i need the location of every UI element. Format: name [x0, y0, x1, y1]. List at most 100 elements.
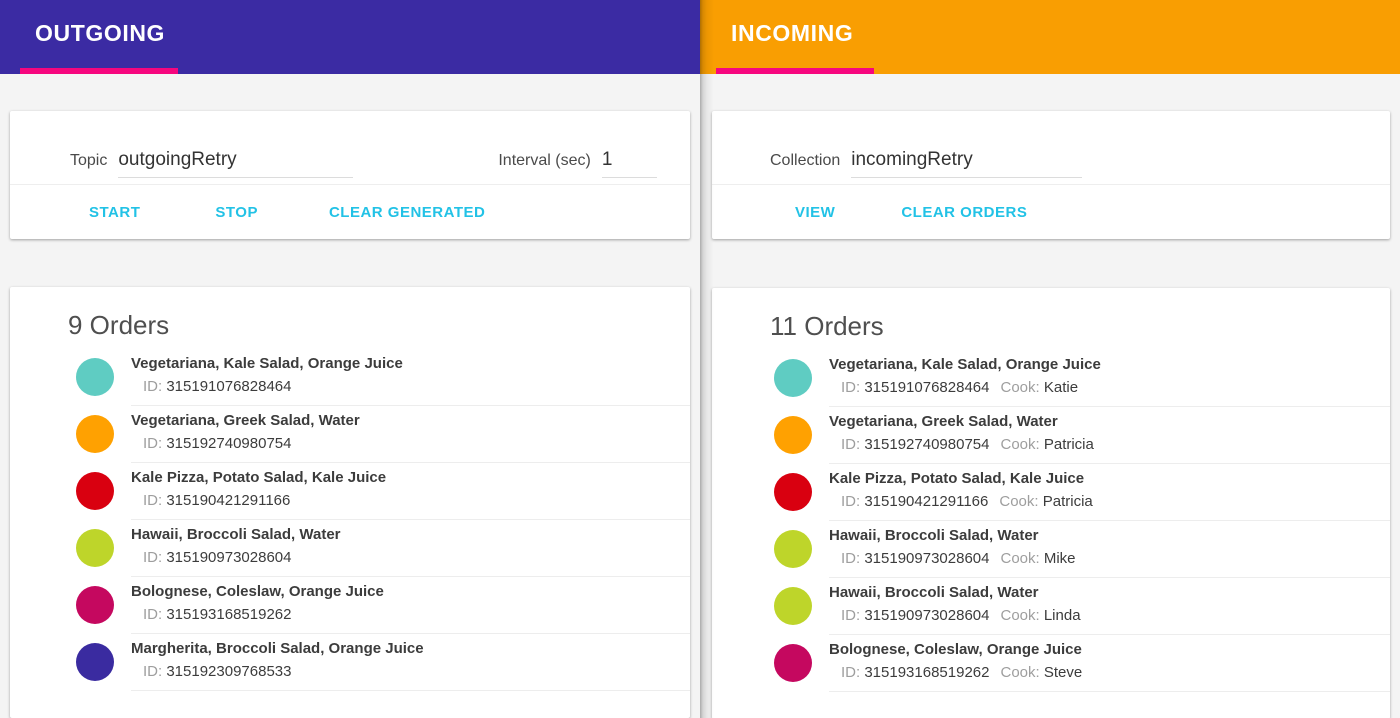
incoming-field-row: Collection — [712, 111, 1390, 185]
interval-label: Interval (sec) — [498, 152, 591, 169]
order-id-value: 315190421291166 — [166, 492, 291, 509]
order-avatar-icon — [774, 644, 812, 682]
order-items: Kale Pizza, Potato Salad, Kale Juice — [829, 470, 1085, 487]
order-list-item[interactable]: Vegetariana, Kale Salad, Orange Juice ID:… — [10, 354, 690, 411]
order-avatar-icon — [76, 358, 114, 396]
order-list-item[interactable]: Hawaii, Broccoli Salad, Water ID: 3151909… — [712, 583, 1390, 640]
order-id-label: ID: — [841, 436, 861, 453]
topic-input[interactable] — [118, 149, 354, 178]
order-id-label: ID: — [841, 379, 861, 396]
order-meta: ID: 315190973028604 Cook: Mike — [829, 549, 1360, 568]
start-button[interactable]: START — [81, 196, 148, 229]
order-cook-label: Cook: — [999, 493, 1039, 510]
order-items: Hawaii, Broccoli Salad, Water — [829, 527, 1039, 544]
incoming-actions-row: VIEW CLEAR ORDERS — [712, 185, 1390, 239]
incoming-orders-card: 11 Orders Vegetariana, Kale Salad, Orang… — [712, 288, 1390, 718]
outgoing-tab-indicator — [20, 68, 178, 74]
incoming-panel: INCOMING Collection VIEW CLEAR ORDERS 11… — [700, 0, 1400, 718]
order-id-label: ID: — [143, 378, 163, 395]
order-avatar-icon — [76, 529, 114, 567]
incoming-orders-list: Vegetariana, Kale Salad, Orange Juice ID:… — [712, 355, 1390, 697]
incoming-orders-title: 11 Orders — [770, 311, 884, 341]
order-meta: ID: 315192309768533 — [131, 662, 656, 681]
order-id-label: ID: — [841, 607, 861, 624]
order-text: Hawaii, Broccoli Salad, Water ID: 3151909… — [829, 526, 1390, 578]
order-cook-value: Linda — [1043, 607, 1081, 624]
order-list-item[interactable]: Hawaii, Broccoli Salad, Water ID: 3151909… — [10, 525, 690, 582]
order-cook-value: Patricia — [1043, 436, 1094, 453]
order-items: Hawaii, Broccoli Salad, Water — [131, 526, 341, 543]
stop-button[interactable]: STOP — [207, 196, 266, 229]
order-avatar-icon — [76, 472, 114, 510]
order-id-value: 315190973028604 — [864, 607, 990, 624]
order-meta: ID: 315190973028604 — [131, 548, 656, 567]
order-meta: ID: 315190421291166 Cook: Patricia — [829, 492, 1360, 511]
order-list-item[interactable]: Margherita, Broccoli Salad, Orange Juice… — [10, 639, 690, 696]
order-id-label: ID: — [841, 664, 861, 681]
order-cook-label: Cook: — [1000, 550, 1040, 567]
interval-input[interactable] — [601, 149, 657, 178]
order-id-label: ID: — [841, 550, 861, 567]
incoming-toolbar: INCOMING — [700, 0, 1400, 74]
order-cook-label: Cook: — [1000, 379, 1040, 396]
app-root: OUTGOING Topic Interval (sec) START STOP… — [0, 0, 1400, 718]
outgoing-orders-title: 9 Orders — [68, 310, 170, 340]
order-list-item[interactable]: Vegetariana, Greek Salad, Water ID: 31519… — [10, 411, 690, 468]
order-meta: ID: 315192740980754 Cook: Patricia — [829, 435, 1360, 454]
outgoing-field-row: Topic Interval (sec) — [10, 111, 690, 185]
order-meta: ID: 315193168519262 — [131, 605, 656, 624]
incoming-title: INCOMING — [731, 19, 854, 46]
order-id-value: 315190973028604 — [864, 550, 990, 567]
order-text: Bolognese, Coleslaw, Orange Juice ID: 315… — [131, 582, 690, 634]
order-text: Bolognese, Coleslaw, Orange Juice ID: 315… — [829, 640, 1390, 692]
order-meta: ID: 315192740980754 — [131, 434, 656, 453]
order-list-item[interactable]: Vegetariana, Kale Salad, Orange Juice ID:… — [712, 355, 1390, 412]
order-avatar-icon — [76, 643, 114, 681]
order-id-value: 315192740980754 — [864, 436, 990, 453]
order-avatar-icon — [76, 586, 114, 624]
order-list-item[interactable]: Bolognese, Coleslaw, Orange Juice ID: 315… — [10, 582, 690, 639]
order-list-item[interactable]: Kale Pizza, Potato Salad, Kale Juice ID: … — [10, 468, 690, 525]
outgoing-toolbar: OUTGOING — [0, 0, 700, 74]
order-text: Kale Pizza, Potato Salad, Kale Juice ID: … — [829, 469, 1390, 521]
topic-field: Topic — [70, 149, 354, 184]
order-items: Hawaii, Broccoli Salad, Water — [829, 584, 1039, 601]
order-id-value: 315192309768533 — [166, 663, 292, 680]
interval-field: Interval (sec) — [498, 149, 657, 184]
view-button[interactable]: VIEW — [787, 196, 843, 229]
order-avatar-icon — [774, 359, 812, 397]
order-meta: ID: 315190973028604 Cook: Linda — [829, 606, 1360, 625]
collection-input[interactable] — [851, 149, 1083, 178]
order-meta: ID: 315191076828464 — [131, 377, 656, 396]
order-cook-value: Steve — [1043, 664, 1083, 681]
order-text: Margherita, Broccoli Salad, Orange Juice… — [131, 639, 690, 691]
collection-field: Collection — [770, 149, 1083, 184]
order-items: Kale Pizza, Potato Salad, Kale Juice — [131, 469, 387, 486]
outgoing-controls-card: Topic Interval (sec) START STOP CLEAR GE… — [10, 111, 690, 239]
clear-orders-button[interactable]: CLEAR ORDERS — [893, 196, 1035, 229]
order-list-item[interactable]: Kale Pizza, Potato Salad, Kale Juice ID: … — [712, 469, 1390, 526]
topic-label: Topic — [70, 152, 108, 169]
order-text: Vegetariana, Greek Salad, Water ID: 31519… — [131, 411, 690, 463]
order-items: Margherita, Broccoli Salad, Orange Juice — [131, 640, 424, 657]
order-id-label: ID: — [143, 663, 163, 680]
order-cook-label: Cook: — [1000, 436, 1040, 453]
order-list-item[interactable]: Hawaii, Broccoli Salad, Water ID: 3151909… — [712, 526, 1390, 583]
order-text: Kale Pizza, Potato Salad, Kale Juice ID: … — [131, 468, 690, 520]
order-text: Vegetariana, Kale Salad, Orange Juice ID:… — [829, 355, 1390, 407]
order-meta: ID: 315190421291166 — [131, 491, 656, 510]
incoming-controls-card: Collection VIEW CLEAR ORDERS — [712, 111, 1390, 239]
order-text: Vegetariana, Greek Salad, Water ID: 31519… — [829, 412, 1390, 464]
incoming-tab-indicator — [716, 68, 874, 74]
order-text: Hawaii, Broccoli Salad, Water ID: 3151909… — [829, 583, 1390, 635]
order-items: Bolognese, Coleslaw, Orange Juice — [131, 583, 384, 600]
order-list-item[interactable]: Bolognese, Coleslaw, Orange Juice ID: 315… — [712, 640, 1390, 697]
clear-generated-button[interactable]: CLEAR GENERATED — [321, 196, 493, 229]
order-list-item[interactable]: Vegetariana, Greek Salad, Water ID: 31519… — [712, 412, 1390, 469]
order-id-value: 315191076828464 — [166, 378, 292, 395]
order-id-value: 315190421291166 — [864, 493, 989, 510]
order-cook-value: Mike — [1043, 550, 1076, 567]
order-avatar-icon — [774, 530, 812, 568]
order-avatar-icon — [774, 587, 812, 625]
order-avatar-icon — [774, 473, 812, 511]
